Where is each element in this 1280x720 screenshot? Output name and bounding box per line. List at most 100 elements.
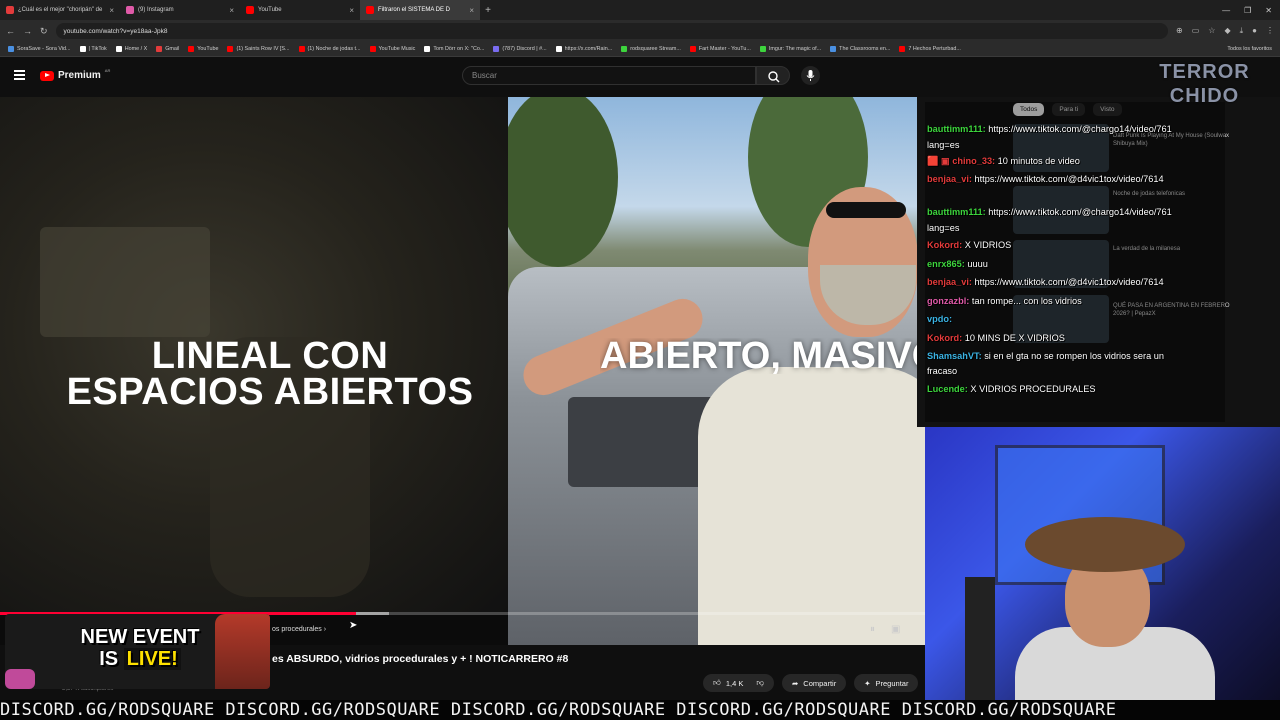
ask-button[interactable]: ✦ Preguntar: [854, 674, 919, 692]
bookmark-item[interactable]: (1) Saints Row IV [S...: [227, 46, 290, 52]
event-text: NEW EVENT IS LIVE!: [55, 626, 225, 670]
ask-label: Preguntar: [875, 678, 909, 688]
reload-icon[interactable]: ↻: [40, 26, 48, 37]
close-tab-icon[interactable]: ×: [349, 6, 354, 15]
browser-tab-active[interactable]: Filtraron el SISTEMA DE D ×: [360, 0, 480, 20]
bookmark-item[interactable]: Gmail: [156, 46, 179, 52]
minimize-icon[interactable]: —: [1222, 6, 1230, 15]
menu-kebab-icon[interactable]: ⋮: [1266, 26, 1274, 36]
search-button[interactable]: [756, 66, 790, 85]
back-icon[interactable]: ←: [6, 26, 15, 36]
chat-text: https://www.tiktok.com/@d4vic1tox/video/…: [974, 277, 1164, 287]
video-actions: 👍︎ 1,4 K 👎︎ ➦ Compartir ✦ Preguntar: [703, 674, 919, 692]
bookmark-favicon-icon: [621, 46, 628, 52]
bookmark-item[interactable]: Tom Dörr on X: "Co...: [424, 46, 484, 52]
hashtag-chip[interactable]: os procedurales ›: [272, 626, 326, 633]
bookmark-item[interactable]: YouTube: [188, 46, 218, 52]
bookmark-item[interactable]: The Classrooms en...: [830, 46, 890, 52]
download-icon[interactable]: ⤓: [1240, 26, 1244, 36]
zoom-icon[interactable]: ⊕: [1176, 26, 1183, 36]
miniplayer-icon[interactable]: ▣: [891, 624, 900, 635]
maximize-icon[interactable]: ❐: [1244, 6, 1251, 15]
url-field[interactable]: youtube.com/watch?v=ye18aa-Jpk8: [55, 23, 1169, 39]
bookmark-star-icon[interactable]: ☆: [1208, 26, 1215, 36]
chat-message: benjaa_vi: https://www.tiktok.com/@d4vic…: [927, 174, 1164, 184]
streamer-webcam: [925, 427, 1280, 705]
youtube-logo[interactable]: Premium AR: [40, 68, 110, 81]
voice-search-button[interactable]: [801, 66, 820, 85]
cam-hat: [1025, 517, 1185, 572]
event-banner: NEW EVENT IS LIVE!: [5, 614, 270, 689]
event-line-3: LIVE!: [123, 648, 181, 670]
hamburger-menu-icon[interactable]: [14, 70, 25, 80]
bookmark-item[interactable]: SoraSave - Sora Vid...: [8, 46, 71, 52]
tab-favicon-icon: [246, 6, 254, 14]
thumbs-down-icon[interactable]: 👎︎: [756, 678, 764, 688]
extension-icon[interactable]: ◆: [1224, 26, 1230, 36]
close-tab-icon[interactable]: ×: [229, 6, 234, 15]
bookmark-item[interactable]: (787) Discord | #...: [493, 46, 547, 52]
tab-title: YouTube: [258, 7, 282, 13]
browser-tab[interactable]: YouTube ×: [240, 0, 360, 20]
bookmark-item[interactable]: (1) Noche de jodas t...: [298, 46, 361, 52]
chat-message: Lucende: X VIDRIOS PROCEDURALES: [927, 384, 1095, 394]
chat-username: gonzazbl:: [927, 296, 972, 306]
tab-title: Filtraron el SISTEMA DE D: [378, 7, 451, 13]
chat-username: Kokord:: [927, 333, 965, 343]
bookmark-item[interactable]: Home / X: [115, 46, 148, 52]
close-tab-icon[interactable]: ×: [109, 6, 114, 15]
bookmark-label: YouTube: [197, 46, 219, 52]
chat-message: benjaa_vi: https://www.tiktok.com/@d4vic…: [927, 277, 1164, 287]
youtube-premium-label: Premium: [58, 70, 101, 81]
chat-text: fracaso: [927, 366, 958, 376]
tab-title: (9) Instagram: [138, 7, 174, 13]
bookmark-item[interactable]: rodsquaree Stream...: [621, 46, 681, 52]
chat-username: bauttimm111:: [927, 124, 989, 134]
chat-text: X VIDRIOS: [964, 240, 1012, 250]
bookmark-label: (1) Saints Row IV [S...: [236, 46, 290, 52]
bookmark-item[interactable]: Fart Master - YouTu...: [689, 46, 751, 52]
discord-ticker: DISCORD.GG/RODSQUARE DISCORD.GG/RODSQUAR…: [0, 700, 1280, 720]
chat-message: vpdo:: [927, 314, 952, 324]
bookmark-item[interactable]: 7 Hechos Perturbad...: [899, 46, 961, 52]
chat-text: https://www.tiktok.com/@chargo14/video/7…: [988, 207, 1172, 217]
chat-message: gonzazbl: tan rompe... con los vidrios: [927, 296, 1082, 306]
bookmark-item[interactable]: https://x.com/Rain...: [555, 46, 613, 52]
chat-message: 🟥 ▣ chino_33: 10 minutos de video: [927, 156, 1080, 167]
share-button[interactable]: ➦ Compartir: [781, 674, 847, 692]
chat-message: bauttimm111: https://www.tiktok.com/@cha…: [927, 124, 1172, 134]
bookmark-label: rodsquaree Stream...: [630, 46, 681, 52]
search-input[interactable]: Buscar: [462, 66, 756, 85]
bookmark-label: YouTube Music: [378, 46, 416, 52]
bookmark-item[interactable]: | TikTok: [79, 46, 107, 52]
all-bookmarks-folder[interactable]: Todos los favoritos: [1227, 46, 1272, 52]
new-tab-button[interactable]: +: [480, 5, 496, 16]
chat-username: ShamsahVT:: [927, 351, 985, 361]
bookmark-favicon-icon: [369, 46, 376, 52]
bookmark-favicon-icon: [79, 46, 86, 52]
share-label: Compartir: [803, 678, 837, 688]
close-tab-icon[interactable]: ×: [469, 6, 474, 15]
forward-icon[interactable]: →: [23, 26, 32, 36]
close-window-icon[interactable]: ✕: [1265, 6, 1272, 15]
chat-message: lang=es: [927, 223, 959, 233]
profile-avatar[interactable]: ●: [1252, 26, 1257, 36]
scene-shirt: [698, 367, 925, 645]
like-button[interactable]: 👍︎ 1,4 K 👎︎: [703, 674, 774, 692]
cast-icon[interactable]: ▭: [1192, 26, 1200, 36]
pause-icon[interactable]: ⏸: [870, 624, 875, 635]
bookmark-favicon-icon: [298, 46, 305, 52]
browser-tab[interactable]: ¿Cuál es el mejor "choripán" de ×: [0, 0, 120, 20]
bookmark-label: Imgur: The magic of...: [768, 46, 822, 52]
bookmark-label: Home / X: [124, 46, 148, 52]
browser-tab[interactable]: (9) Instagram ×: [120, 0, 240, 20]
like-count: 1,4 K: [725, 678, 744, 688]
chat-text: https://www.tiktok.com/@chargo14/video/7…: [988, 124, 1172, 134]
bookmark-item[interactable]: YouTube Music: [369, 46, 416, 52]
bookmark-label: https://x.com/Rain...: [564, 46, 613, 52]
bookmark-item[interactable]: Imgur: The magic of...: [759, 46, 822, 52]
bookmark-favicon-icon: [493, 46, 500, 52]
scene-tree: [508, 97, 618, 267]
sparkle-icon: ✦: [864, 678, 871, 688]
search-icon: [768, 71, 780, 83]
